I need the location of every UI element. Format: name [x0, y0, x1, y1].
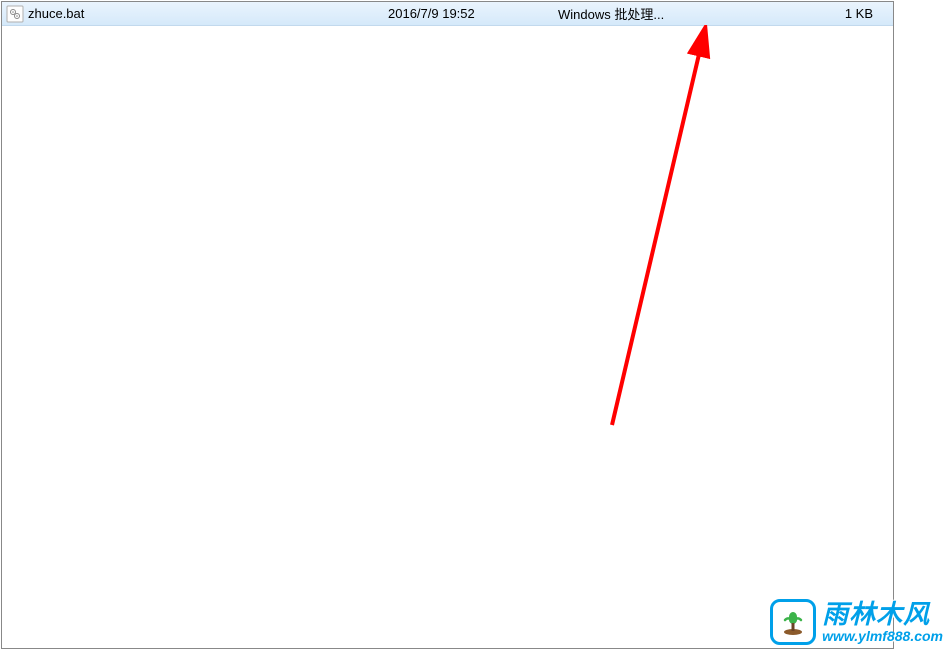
file-date-modified: 2016/7/9 19:52	[388, 6, 558, 21]
file-size: 1 KB	[718, 6, 893, 21]
watermark-text: 雨林木风 www.ylmf888.com	[822, 600, 943, 644]
file-explorer-panel: zhuce.bat 2016/7/9 19:52 Windows 批处理... …	[1, 1, 894, 649]
annotation-arrow-icon	[582, 25, 762, 435]
batch-file-icon	[6, 5, 24, 23]
file-name: zhuce.bat	[28, 6, 388, 21]
watermark: 雨林木风 www.ylmf888.com	[770, 599, 943, 645]
watermark-logo-icon	[770, 599, 816, 645]
watermark-url: www.ylmf888.com	[822, 629, 943, 644]
file-type: Windows 批处理...	[558, 4, 718, 23]
watermark-brand: 雨林木风	[822, 600, 943, 629]
file-row[interactable]: zhuce.bat 2016/7/9 19:52 Windows 批处理... …	[2, 2, 893, 26]
